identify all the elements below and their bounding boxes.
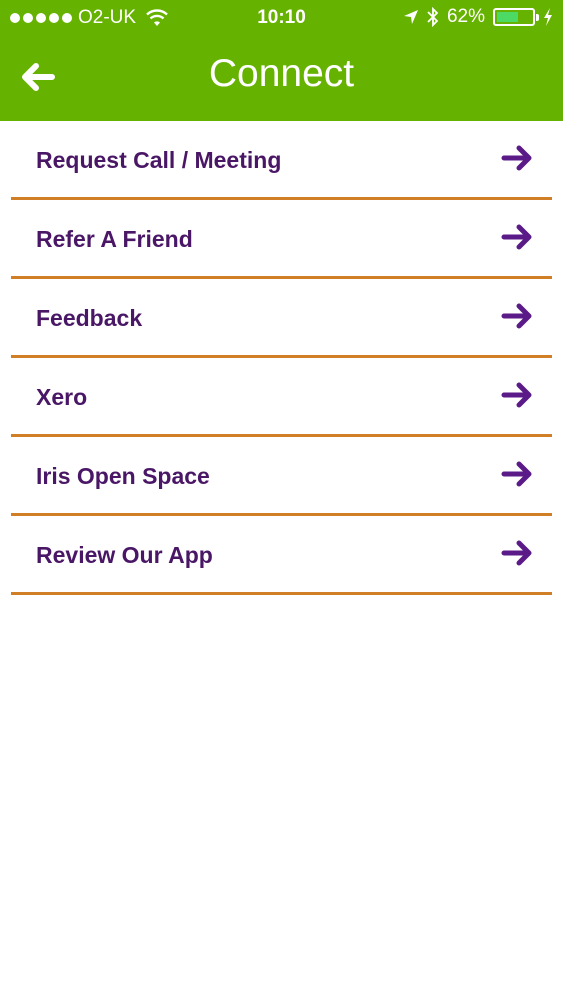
battery-percent: 62% [446, 6, 485, 27]
status-right: 62% [403, 6, 553, 28]
arrow-right-icon [501, 461, 532, 487]
page-title: Connect [208, 52, 355, 95]
menu-item-feedback[interactable]: Feedback [11, 279, 552, 358]
location-arrow-icon [403, 10, 418, 24]
menu-list: Request Call / Meeting Refer A Friend Fe… [0, 121, 563, 595]
arrow-right-icon [501, 382, 532, 408]
menu-item-xero[interactable]: Xero [11, 358, 552, 437]
menu-item-label: Iris Open Space [36, 463, 210, 489]
menu-item-iris-open-space[interactable]: Iris Open Space [11, 437, 552, 516]
status-bar: O2-UK 10:10 62% [0, 0, 563, 36]
menu-item-label: Refer A Friend [36, 226, 193, 252]
battery-tip [536, 14, 539, 21]
battery-level [497, 12, 519, 22]
menu-item-request-call[interactable]: Request Call / Meeting [11, 121, 552, 200]
menu-item-label: Feedback [36, 305, 143, 331]
charging-bolt-icon [544, 8, 552, 26]
menu-item-label: Review Our App [36, 542, 213, 568]
menu-item-review-app[interactable]: Review Our App [11, 516, 552, 595]
app-header: O2-UK 10:10 62% Connect [0, 0, 563, 121]
nav-bar: Connect [0, 36, 563, 121]
arrow-right-icon [501, 224, 532, 250]
arrow-right-icon [501, 145, 532, 171]
menu-item-label: Xero [36, 384, 88, 410]
battery-icon [493, 8, 539, 26]
arrow-right-icon [501, 303, 532, 329]
menu-item-refer-friend[interactable]: Refer A Friend [11, 200, 552, 279]
bluetooth-icon [427, 7, 439, 27]
menu-item-label: Request Call / Meeting [36, 147, 282, 173]
arrow-right-icon [501, 540, 532, 566]
